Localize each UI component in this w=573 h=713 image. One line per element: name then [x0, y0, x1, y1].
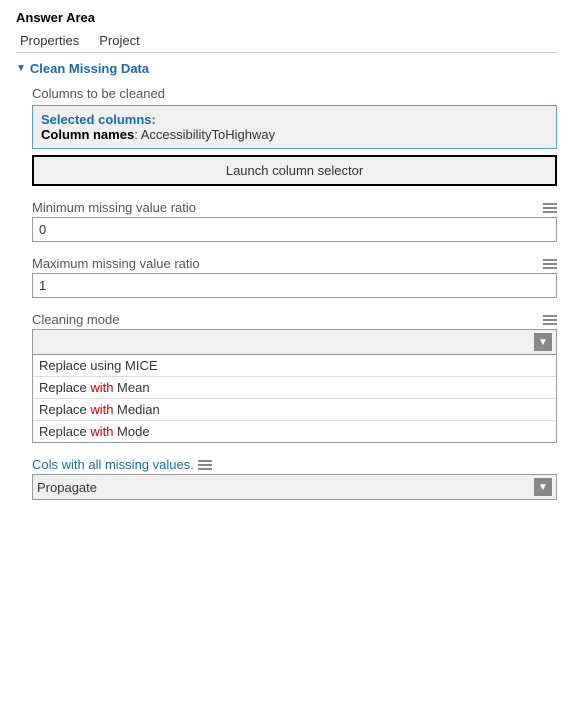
answer-area: Answer Area Properties Project ▼ Clean M… — [0, 0, 573, 524]
section-header-clean-missing[interactable]: ▼ Clean Missing Data — [16, 61, 557, 76]
cleaning-mode-menu-icon[interactable] — [543, 315, 557, 325]
cleaning-option-median[interactable]: Replace with Median — [33, 399, 556, 421]
tab-properties[interactable]: Properties — [16, 29, 95, 52]
max-missing-input[interactable] — [32, 273, 557, 298]
max-missing-label-row: Maximum missing value ratio — [32, 256, 557, 271]
cleaning-mode-arrow-icon[interactable]: ▼ — [534, 333, 552, 351]
cleaning-mode-label: Cleaning mode — [32, 312, 539, 327]
cleaning-option-mode[interactable]: Replace with Mode — [33, 421, 556, 442]
cleaning-mode-trigger[interactable]: ▼ — [32, 329, 557, 355]
cleaning-option-mean[interactable]: Replace with Mean — [33, 377, 556, 399]
cols-missing-selected: Propagate — [37, 480, 534, 495]
highlight-with-median: with — [90, 402, 113, 417]
cleaning-mode-dropdown[interactable]: ▼ Replace using MICE Replace with Mean R… — [32, 329, 557, 443]
launch-column-selector-button[interactable]: Launch column selector — [32, 155, 557, 186]
cols-missing-section: Cols with all missing values. Propagate … — [16, 457, 557, 500]
cleaning-mode-list: Replace using MICE Replace with Mean Rep… — [32, 355, 557, 443]
min-missing-input[interactable] — [32, 217, 557, 242]
max-missing-section: Maximum missing value ratio — [16, 256, 557, 298]
cols-missing-label: Cols with all missing values. — [32, 457, 194, 472]
min-missing-label: Minimum missing value ratio — [32, 200, 539, 215]
highlight-with-mean: with — [90, 380, 113, 395]
selected-columns-title: Selected columns: — [41, 112, 548, 127]
highlight-with-mode: with — [90, 424, 113, 439]
answer-area-title: Answer Area — [16, 10, 557, 25]
columns-section: Columns to be cleaned Selected columns: … — [16, 86, 557, 186]
min-missing-label-row: Minimum missing value ratio — [32, 200, 557, 215]
tab-bar: Properties Project — [16, 29, 557, 53]
cols-missing-dropdown[interactable]: Propagate ▼ — [32, 474, 557, 500]
selected-columns-box: Selected columns: Column names: Accessib… — [32, 105, 557, 149]
cols-missing-arrow-icon[interactable]: ▼ — [534, 478, 552, 496]
selected-columns-value: Column names: AccessibilityToHighway — [41, 127, 548, 142]
cols-missing-trigger[interactable]: Propagate ▼ — [32, 474, 557, 500]
min-missing-section: Minimum missing value ratio — [16, 200, 557, 242]
column-names-value: AccessibilityToHighway — [141, 127, 275, 142]
column-names-label: Column names — [41, 127, 134, 142]
min-missing-menu-icon[interactable] — [543, 203, 557, 213]
cleaning-mode-label-row: Cleaning mode — [32, 312, 557, 327]
cleaning-mode-section: Cleaning mode ▼ Replace using MICE Repla… — [16, 312, 557, 443]
tab-project[interactable]: Project — [95, 29, 155, 52]
section-arrow-icon: ▼ — [16, 63, 26, 74]
cleaning-option-mice[interactable]: Replace using MICE — [33, 355, 556, 377]
columns-label: Columns to be cleaned — [32, 86, 557, 101]
cols-missing-menu-icon[interactable] — [198, 460, 212, 470]
max-missing-label: Maximum missing value ratio — [32, 256, 539, 271]
cols-missing-label-row: Cols with all missing values. — [32, 457, 557, 472]
section-title: Clean Missing Data — [30, 61, 149, 76]
max-missing-menu-icon[interactable] — [543, 259, 557, 269]
